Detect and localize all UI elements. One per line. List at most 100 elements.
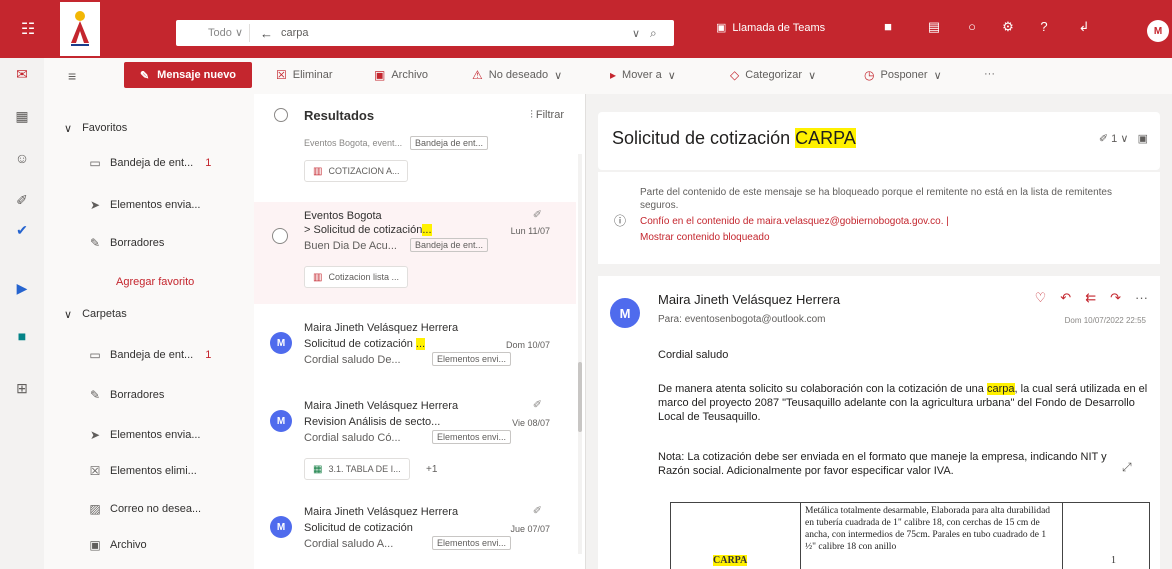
feedback-icon[interactable]: ↲ bbox=[1074, 19, 1094, 35]
search-input[interactable]: carpa bbox=[281, 27, 632, 39]
bell-icon[interactable]: ○ bbox=[962, 19, 982, 34]
move-button[interactable]: ▸ Mover a ∨ bbox=[610, 68, 676, 82]
folder-inbox[interactable]: ▭ Bandeja de ent... 1 bbox=[88, 348, 211, 362]
sender-avatar: M bbox=[270, 332, 292, 354]
subject-text: Solicitud de cotización bbox=[612, 128, 791, 148]
folder-tag: Bandeja de ent... bbox=[410, 136, 489, 150]
snooze-button[interactable]: ◷ Posponer ∨ bbox=[864, 68, 942, 82]
popout-icon[interactable]: ▣ bbox=[1138, 133, 1148, 145]
new-message-label: Mensaje nuevo bbox=[157, 69, 237, 81]
archive-button[interactable]: ▣ Archivo bbox=[374, 68, 428, 82]
inbox-icon: ▭ bbox=[89, 348, 101, 362]
scrollbar-thumb[interactable] bbox=[578, 362, 582, 432]
attachment-icon: ✐ bbox=[1098, 133, 1109, 145]
message-preview: Cordial saludo De... bbox=[304, 354, 401, 366]
my-day-icon[interactable]: ▤ bbox=[924, 19, 944, 35]
attachment-chip[interactable]: ▥ COTIZACION A... bbox=[304, 160, 409, 182]
list-item[interactable]: M Maira Jineth Velásquez Herrera ✐ Revis… bbox=[254, 392, 576, 492]
show-blocked-link[interactable]: Mostrar contenido bloqueado bbox=[640, 232, 770, 243]
list-item[interactable]: Eventos Bogota ✐ > Solicitud de cotizaci… bbox=[254, 202, 576, 304]
inbox-icon: ▭ bbox=[89, 156, 101, 170]
teams-call-button[interactable]: ▣ Llamada de Teams bbox=[716, 21, 825, 35]
message-preview: Cordial saludo A... bbox=[304, 538, 394, 550]
list-scrollbar[interactable] bbox=[578, 154, 582, 554]
message-actions: ♡ ↶ ⇇ ↷ ··· bbox=[1035, 290, 1148, 306]
favorites-header[interactable]: ∨ Favoritos bbox=[64, 122, 127, 135]
folder-junk[interactable]: ▨ Correo no desea... bbox=[88, 502, 201, 516]
folder-tag: Elementos envi... bbox=[432, 430, 512, 444]
sway-icon[interactable]: ■ bbox=[0, 328, 44, 344]
more-apps-icon[interactable]: ⊞ bbox=[0, 380, 44, 397]
folder-archive[interactable]: ▣ Archivo bbox=[88, 538, 146, 552]
list-item[interactable]: M Maira Jineth Velásquez Herrera ✐ Solic… bbox=[254, 498, 576, 568]
recipient-email[interactable]: eventosenbogota@outlook.com bbox=[685, 314, 826, 325]
more-icon[interactable]: ··· bbox=[1135, 290, 1148, 306]
app-launcher-icon[interactable]: ☷ bbox=[0, 0, 56, 58]
teams-app-icon[interactable]: ■ bbox=[878, 19, 898, 34]
message-date: Dom 10/07 bbox=[505, 340, 550, 350]
blocked-content-notice: ⓘ Parte del contenido de este mensaje se… bbox=[598, 172, 1160, 264]
sender-name[interactable]: Maira Jineth Velásquez Herrera bbox=[658, 292, 840, 307]
reply-icon[interactable]: ↶ bbox=[1060, 290, 1071, 306]
fav-inbox[interactable]: ▭ Bandeja de ent... 1 bbox=[88, 156, 211, 170]
folder-sent[interactable]: ➤ Elementos envia... bbox=[88, 428, 201, 442]
search-scope-dropdown[interactable]: Todo ∨ bbox=[176, 24, 250, 42]
back-arrow-icon[interactable]: ← bbox=[250, 26, 281, 41]
attach-icon[interactable]: ✐ bbox=[0, 192, 44, 209]
junk-button[interactable]: ⚠ No deseado ∨ bbox=[472, 68, 562, 82]
gear-icon[interactable]: ⚙ bbox=[998, 19, 1018, 35]
organization-logo[interactable] bbox=[60, 2, 100, 56]
add-favorite-link[interactable]: Agregar favorito bbox=[116, 276, 194, 288]
search-icon[interactable]: ⌕ bbox=[650, 26, 674, 41]
message-preview: Eventos Bogota, event... bbox=[304, 138, 403, 148]
help-icon[interactable]: ? bbox=[1034, 19, 1054, 34]
fav-inbox-label: Bandeja de ent... bbox=[110, 157, 194, 169]
more-button[interactable]: ··· bbox=[984, 68, 995, 80]
select-all-checkbox[interactable] bbox=[274, 108, 288, 122]
fav-drafts[interactable]: ✎ Borradores bbox=[88, 236, 164, 250]
calendar-icon[interactable]: ▦ bbox=[0, 108, 44, 125]
todo-icon[interactable]: ✔ bbox=[0, 222, 44, 239]
select-radio[interactable] bbox=[272, 228, 288, 244]
delete-label: Eliminar bbox=[292, 69, 333, 81]
more-attachments[interactable]: +1 bbox=[426, 464, 437, 475]
filter-button[interactable]: ⫶ Filtrar bbox=[530, 109, 564, 122]
app-rail: ✉ ▦ ☺ ✐ ✔ ▶ ■ ⊞ bbox=[0, 58, 44, 569]
categorize-button[interactable]: ◇ Categorizar ∨ bbox=[730, 68, 816, 82]
reply-all-icon[interactable]: ⇇ bbox=[1085, 290, 1096, 306]
search-box[interactable]: Todo ∨ ← carpa ∨ ⌕ bbox=[176, 20, 674, 46]
menu-icon[interactable]: ≡ bbox=[68, 68, 76, 84]
trash-icon: ☒ bbox=[276, 68, 287, 82]
move-label: Mover a bbox=[622, 69, 662, 81]
unread-count: 1 bbox=[205, 157, 212, 169]
expand-icon[interactable]: ⤢ bbox=[1122, 460, 1132, 475]
folder-drafts[interactable]: ✎ Borradores bbox=[88, 388, 164, 402]
outlook-icon[interactable]: ▶ bbox=[0, 280, 44, 297]
warning-text: Parte del contenido de este mensaje se h… bbox=[640, 187, 1112, 211]
subject-icons[interactable]: ✐ 1 ∨ ▣ bbox=[1099, 132, 1148, 145]
table-cell: 1 bbox=[1063, 503, 1151, 569]
draft-icon: ✎ bbox=[89, 236, 101, 250]
list-item[interactable]: Eventos Bogota, event... Bandeja de ent.… bbox=[254, 134, 576, 194]
list-item[interactable]: M Maira Jineth Velásquez Herrera Solicit… bbox=[254, 314, 576, 380]
mail-icon[interactable]: ✉ bbox=[0, 66, 44, 83]
people-icon[interactable]: ☺ bbox=[0, 150, 44, 166]
fav-sent[interactable]: ➤ Elementos envia... bbox=[88, 198, 201, 212]
clock-icon: ◷ bbox=[864, 68, 875, 82]
chevron-down-icon: ∨ bbox=[64, 309, 73, 321]
folder-deleted[interactable]: ☒ Elementos elimi... bbox=[88, 464, 197, 478]
to-label: Para: bbox=[658, 314, 682, 325]
like-icon[interactable]: ♡ bbox=[1035, 290, 1047, 306]
new-message-button[interactable]: ✎ Mensaje nuevo bbox=[124, 62, 252, 88]
draft-icon: ✎ bbox=[89, 388, 101, 402]
attachment-chip[interactable]: ▥ Cotizacion lista ... bbox=[304, 266, 408, 288]
teams-icon: ▣ bbox=[716, 22, 727, 34]
archive-icon: ▣ bbox=[89, 538, 101, 552]
trust-sender-link[interactable]: Confío en el contenido de maira.velasque… bbox=[640, 216, 949, 227]
chevron-down-icon[interactable]: ∨ bbox=[632, 27, 650, 40]
account-avatar[interactable]: M bbox=[1147, 20, 1169, 42]
folders-header[interactable]: ∨ Carpetas bbox=[64, 308, 127, 321]
attachment-chip[interactable]: ▦ 3.1. TABLA DE I... bbox=[304, 458, 410, 480]
delete-button[interactable]: ☒ Eliminar bbox=[276, 68, 333, 82]
forward-icon[interactable]: ↷ bbox=[1110, 290, 1121, 306]
